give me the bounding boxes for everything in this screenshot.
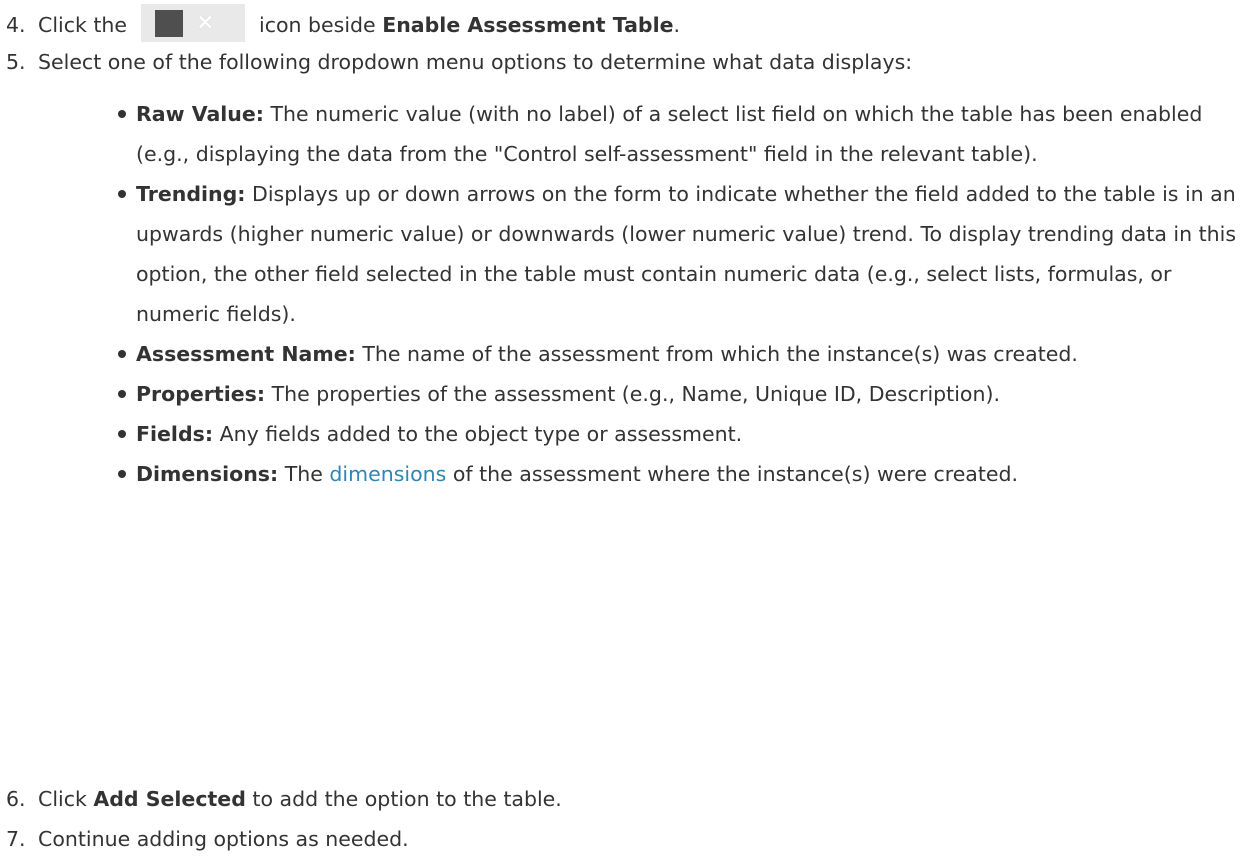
description-dimensions-before: The (284, 462, 323, 486)
list-item-dimensions: Dimensions: The dimensions of the assess… (118, 454, 1238, 494)
step-5-text: Select one of the following dropdown men… (38, 50, 913, 74)
toggle-off-icon: × (141, 4, 246, 42)
term-trending: Trending: (136, 182, 246, 206)
description-fields: Any fields added to the object type or a… (219, 422, 743, 446)
close-icon: × (196, 10, 215, 35)
step-4: 4. Click the × icon beside Enable Assessmen… (6, 4, 681, 42)
step-6: 6. Click Add Selected to add the option t… (6, 784, 562, 814)
step-number: 5. (6, 50, 26, 74)
dimensions-link[interactable]: dimensions (329, 462, 446, 486)
term-fields: Fields: (136, 422, 214, 446)
step-7: 7. Continue adding options as needed. (6, 824, 409, 854)
instructions-document: 4. Click the × icon beside Enable Assessmen… (0, 0, 1244, 858)
step-4-period: . (673, 13, 681, 37)
list-item-properties: Properties: The properties of the assess… (118, 374, 1238, 414)
description-dimensions-after: of the assessment where the instance(s) … (452, 462, 1019, 486)
step-7-text: Continue adding options as needed. (38, 827, 409, 851)
list-item-trending: Trending: Displays up or down arrows on … (118, 174, 1238, 334)
step-number: 7. (6, 827, 26, 851)
description-raw-value: The numeric value (with no label) of a s… (136, 102, 1203, 166)
step-4-text-after: icon beside (259, 13, 376, 37)
term-dimensions: Dimensions: (136, 462, 279, 486)
term-properties: Properties: (136, 382, 266, 406)
step-number: 4. (6, 13, 26, 37)
term-raw-value: Raw Value: (136, 102, 264, 126)
step-number: 6. (6, 787, 26, 811)
enable-assessment-table-label: Enable Assessment Table (382, 13, 674, 37)
data-options-list: Raw Value: The numeric value (with no la… (118, 78, 1238, 494)
step-6-text-after: to add the option to the table. (252, 787, 562, 811)
step-5: 5. Select one of the following dropdown m… (6, 47, 912, 77)
list-item-raw-value: Raw Value: The numeric value (with no la… (118, 94, 1238, 174)
step-6-text-before: Click (38, 787, 87, 811)
term-assessment-name: Assessment Name: (136, 342, 356, 366)
toggle-knob (155, 9, 184, 37)
add-selected-label: Add Selected (93, 787, 246, 811)
description-properties: The properties of the assessment (e.g., … (271, 382, 1000, 406)
description-assessment-name: The name of the assessment from which th… (362, 342, 1078, 366)
list-item-fields: Fields: Any fields added to the object t… (118, 414, 1238, 454)
step-4-text-before: Click the (38, 13, 128, 37)
description-trending: Displays up or down arrows on the form t… (136, 182, 1237, 326)
list-item-assessment-name: Assessment Name: The name of the assessm… (118, 334, 1238, 374)
